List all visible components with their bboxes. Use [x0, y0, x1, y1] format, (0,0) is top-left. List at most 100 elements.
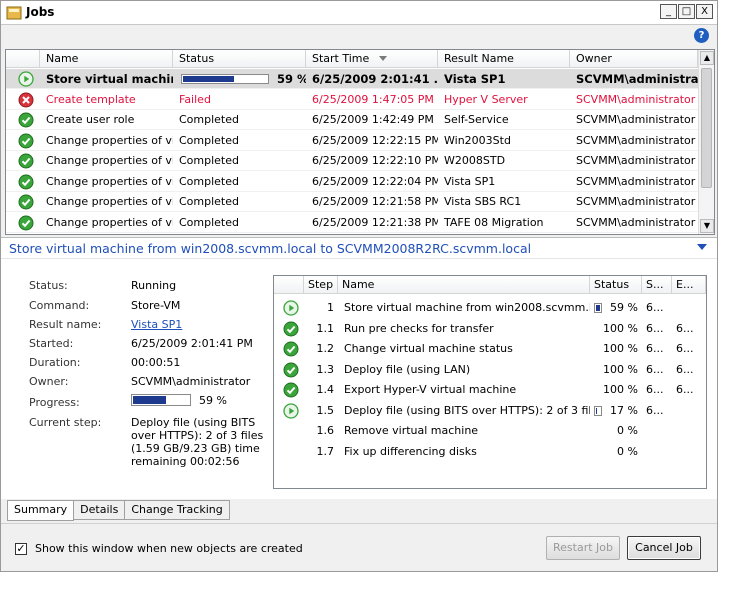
help-icon[interactable]: ?	[694, 28, 709, 43]
job-progress-fill	[183, 76, 234, 82]
cancel-job-button[interactable]: Cancel Job	[627, 536, 701, 560]
scroll-thumb[interactable]	[701, 68, 712, 188]
step-cell-e	[676, 442, 706, 462]
table-row[interactable]: Change properties of vi... Completed 6/25/…	[6, 213, 698, 233]
step-cell-s: 6...	[646, 321, 664, 335]
column-header-icon[interactable]	[6, 50, 40, 68]
tab-details[interactable]: Details	[73, 500, 126, 520]
check-icon	[18, 153, 34, 169]
table-row[interactable]: Change properties of vi... Completed 6/25/…	[6, 151, 698, 171]
duration-value: 00:00:51	[131, 356, 181, 369]
step-progress-bar	[594, 405, 602, 416]
cell-owner: SCVMM\administrator	[576, 113, 696, 126]
steps-column-icon[interactable]	[274, 276, 304, 294]
cell-start: 6/25/2009 12:22:04 PM	[312, 174, 438, 188]
step-cell-status: 0 %	[617, 424, 638, 437]
close-button[interactable]: X	[696, 4, 713, 19]
table-row[interactable]: Store virtual machin... 59 % 6/25/2009 2:0…	[6, 69, 698, 89]
bottom-bar: ✓ Show this window when new objects are …	[1, 523, 717, 571]
step-row[interactable]: 1.3 Deploy file (using LAN) 100 % 6... 6...	[274, 360, 706, 380]
scroll-up-icon[interactable]: ▲	[700, 51, 714, 65]
cell-start: 6/25/2009 1:42:49 PM	[312, 113, 434, 126]
table-row[interactable]: Change properties of vi... Completed 6/25/…	[6, 192, 698, 212]
step-status-label: 17 %	[610, 403, 638, 417]
owner-label: Owner:	[29, 375, 69, 388]
table-row[interactable]: Change properties of vi... Completed 6/25/…	[6, 172, 698, 192]
step-cell-s: 6...	[646, 342, 664, 355]
step-cell-s: 6...	[646, 362, 664, 376]
jobs-window: Jobs _ □ X ? Name Status Start Time Resu…	[0, 0, 718, 572]
table-row[interactable]: Change properties of vi... Completed 6/25/…	[6, 131, 698, 151]
steps-column-start[interactable]: S...	[642, 276, 672, 294]
column-header-status[interactable]: Status	[173, 50, 306, 68]
status-value: Running	[131, 279, 177, 292]
step-row[interactable]: 1.6 Remove virtual machine 0 %	[274, 421, 706, 441]
job-detail-title: Store virtual machine from win2008.scvmm…	[9, 241, 532, 256]
step-cell-e: 6...	[676, 321, 694, 335]
step-cell-s	[646, 442, 672, 462]
step-row[interactable]: 1.2 Change virtual machine status 100 % 6..…	[274, 339, 706, 359]
scroll-down-icon[interactable]: ▼	[700, 219, 714, 233]
step-cell-step: 1.7	[316, 444, 335, 458]
steps-column-step[interactable]: Step	[304, 276, 338, 294]
check-icon	[18, 133, 34, 148]
check-icon	[283, 382, 299, 398]
steps-column-name[interactable]: Name	[338, 276, 590, 294]
step-cell-status: 59 %	[594, 298, 642, 318]
check-icon	[18, 194, 34, 210]
cell-status: Completed	[179, 113, 239, 126]
cell-name: Change properties of vi...	[46, 174, 173, 188]
table-row[interactable]: Create template Failed 6/25/2009 1:47:05 P…	[6, 90, 698, 110]
steps-column-end[interactable]: E...	[672, 276, 706, 294]
cell-start: 6/25/2009 12:21:58 PM	[312, 195, 438, 208]
step-cell-step: 1.4	[316, 383, 335, 396]
cell-start: 6/25/2009 12:22:15 PM	[312, 133, 438, 147]
started-label: Started:	[29, 337, 74, 350]
step-cell-s: 6...	[646, 301, 664, 314]
step-cell-status: 17 %	[594, 401, 642, 421]
steps-column-status[interactable]: Status	[590, 276, 642, 294]
column-header-start-time[interactable]: Start Time	[306, 50, 438, 68]
step-row[interactable]: 1.1 Run pre checks for transfer 100 % 6... 6…	[274, 319, 706, 339]
step-row[interactable]: 1.4 Export Hyper-V virtual machine 100 % 6.…	[274, 380, 706, 400]
job-list: Name Status Start Time Result Name Owner…	[5, 49, 715, 235]
cell-status: Completed	[179, 195, 239, 208]
cell-name: Change properties of vi...	[46, 195, 173, 208]
show-window-checkbox[interactable]: ✓	[15, 543, 27, 555]
step-cell-e: 6...	[676, 362, 694, 376]
step-cell-s: 6...	[646, 403, 664, 417]
cell-owner: SCVMM\administrator	[576, 92, 696, 106]
job-detail-header[interactable]: Store virtual machine from win2008.scvmm…	[1, 237, 717, 259]
job-list-scrollbar[interactable]: ▲ ▼	[698, 50, 714, 234]
cell-name: Change properties of vi...	[46, 215, 173, 229]
table-row[interactable]: Create user role Completed 6/25/2009 1:42:…	[6, 110, 698, 130]
help-bar: ?	[1, 25, 717, 47]
show-window-checkbox-label[interactable]: Show this window when new objects are cr…	[35, 542, 303, 555]
column-header-owner[interactable]: Owner	[570, 50, 698, 68]
step-row[interactable]: 1 Store virtual machine from win2008.scvm…	[274, 298, 706, 318]
play-icon	[283, 402, 299, 419]
maximize-button[interactable]: □	[678, 4, 695, 19]
cell-status: 59 %	[173, 69, 306, 89]
result-name-link[interactable]: Vista SP1	[131, 318, 182, 331]
column-header-name[interactable]: Name	[40, 50, 173, 68]
minimize-button[interactable]: _	[660, 4, 677, 19]
step-row[interactable]: 1.7 Fix up differencing disks 0 %	[274, 442, 706, 462]
step-status-label: 59 %	[610, 301, 638, 314]
progress-bar	[131, 394, 191, 406]
check-icon	[283, 321, 299, 336]
cell-owner: SCVMM\administrator	[576, 72, 698, 86]
tab-change-tracking[interactable]: Change Tracking	[124, 500, 230, 520]
cell-name: Create template	[46, 92, 136, 106]
cell-result: W2008STD	[444, 154, 506, 167]
cell-owner: SCVMM\administrator	[576, 154, 696, 167]
column-header-result-name[interactable]: Result Name	[438, 50, 570, 68]
collapse-chevron-icon[interactable]	[697, 244, 707, 250]
owner-value: SCVMM\administrator	[131, 375, 251, 388]
step-progress-bar	[594, 303, 602, 313]
cell-result: Vista SP1	[444, 174, 496, 188]
step-row[interactable]: 1.5 Deploy file (using BITS over HTTPS): …	[274, 401, 706, 421]
tab-summary[interactable]: Summary	[7, 500, 75, 521]
step-cell-name: Deploy file (using BITS over HTTPS): 2 o…	[344, 403, 590, 417]
restart-job-button[interactable]: Restart Job	[546, 536, 620, 560]
